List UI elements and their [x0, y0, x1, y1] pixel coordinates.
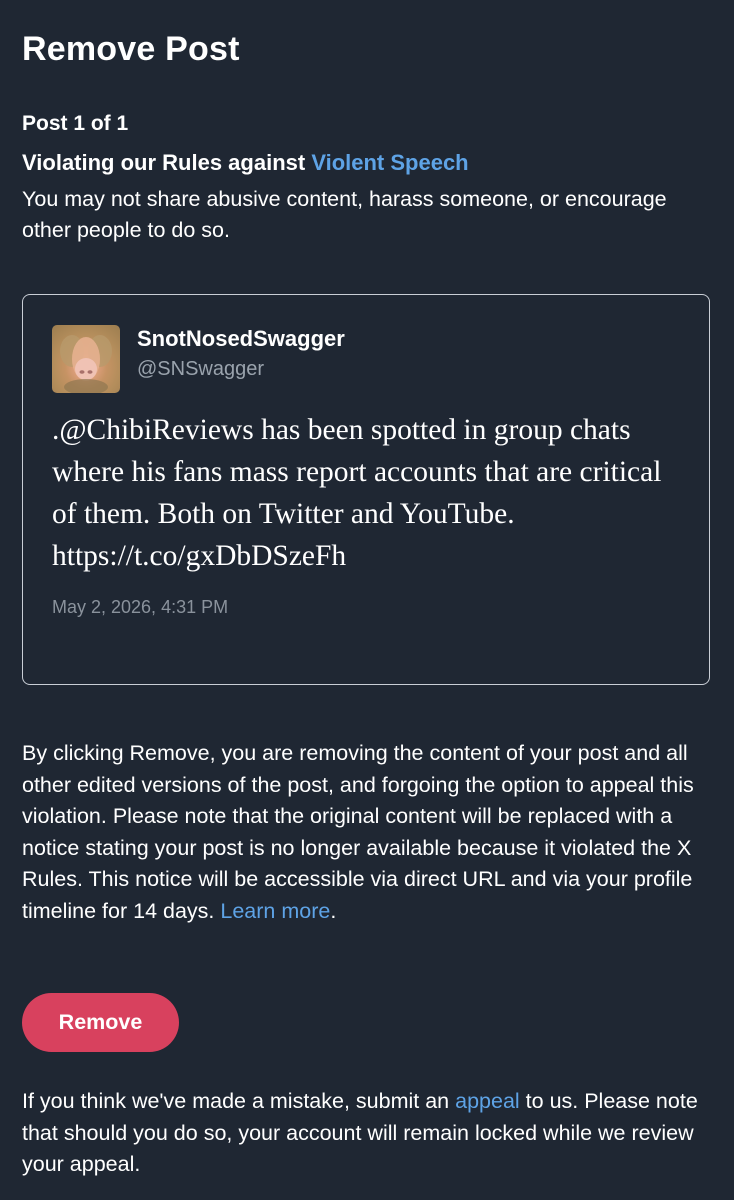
post-count: Post 1 of 1: [22, 112, 129, 135]
author-name[interactable]: SnotNosedSwagger: [137, 326, 345, 352]
post-card: SnotNosedSwagger @SNSwagger .@ChibiRevie…: [22, 294, 710, 685]
violation-heading-prefix: Violating our Rules against: [22, 150, 312, 175]
post-timestamp: May 2, 2026, 4:31 PM: [52, 597, 229, 617]
appeal-text-before: If you think we've made a mistake, submi…: [22, 1089, 456, 1113]
avatar-image: [60, 335, 112, 393]
violation-description: You may not share abusive content, haras…: [22, 187, 667, 242]
violation-heading: Violating our Rules against Violent Spee…: [22, 150, 469, 176]
appeal-link[interactable]: appeal: [455, 1089, 520, 1113]
post-text: .@ChibiReviews has been spotted in group…: [52, 414, 662, 572]
learn-more-link[interactable]: Learn more: [220, 899, 330, 923]
remove-button[interactable]: Remove: [22, 993, 179, 1052]
author-handle[interactable]: @SNSwagger: [137, 358, 264, 381]
avatar: [52, 325, 120, 393]
removal-notice: By clicking Remove, you are removing the…: [22, 738, 722, 927]
removal-notice-text: By clicking Remove, you are removing the…: [22, 741, 694, 923]
page-title: Remove Post: [22, 30, 240, 68]
appeal-notice: If you think we've made a mistake, submi…: [22, 1086, 712, 1181]
removal-notice-end: .: [330, 898, 337, 923]
rule-link[interactable]: Violent Speech: [311, 150, 468, 175]
